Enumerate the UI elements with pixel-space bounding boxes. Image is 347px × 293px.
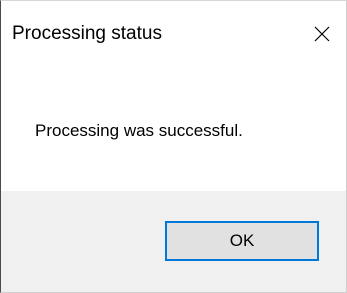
ok-button[interactable]: OK xyxy=(165,221,319,261)
ok-button-label: OK xyxy=(229,231,255,250)
dialog-title: Processing status xyxy=(12,23,162,44)
dialog-footer: OK xyxy=(1,191,346,292)
close-button[interactable] xyxy=(300,14,344,54)
title-bar: Processing status xyxy=(1,1,346,65)
status-dialog: Processing status Processing was success… xyxy=(0,0,347,293)
status-message: Processing was successful. xyxy=(35,121,243,140)
dialog-content: Processing was successful. xyxy=(1,65,346,191)
close-icon xyxy=(314,26,330,42)
